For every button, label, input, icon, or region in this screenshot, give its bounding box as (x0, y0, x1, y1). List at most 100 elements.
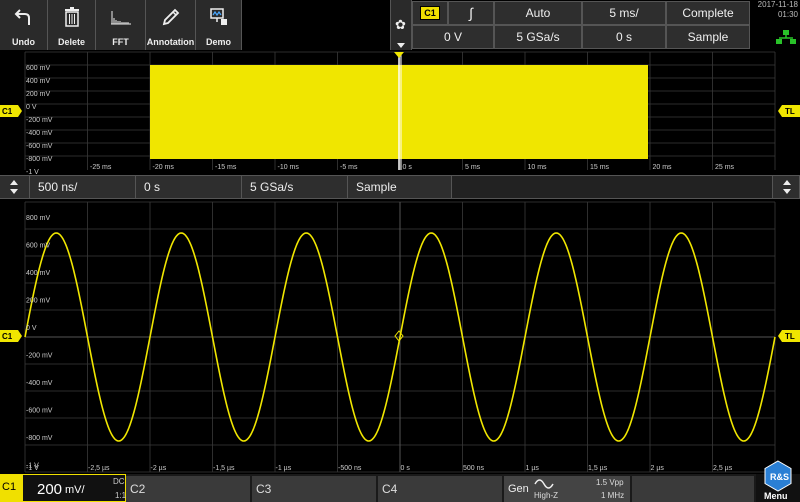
fft-button[interactable]: FFT (96, 0, 146, 50)
overview-x-label: 15 ms (590, 164, 610, 171)
main-x-label: 2,5 µs (713, 465, 733, 472)
overview-tl-marker: TL (778, 105, 800, 117)
main-tl-marker: TL (778, 330, 800, 342)
main-tl-text: TL (785, 332, 795, 341)
c1-vertical-scale[interactable]: 200 mV/ DC 1:1 (22, 474, 126, 502)
settings-button[interactable]: ✿ (390, 0, 412, 50)
trash-icon (48, 4, 95, 30)
sample-rate-value: 5 GSa/s (516, 30, 560, 44)
c1-scale-value: 200 (37, 481, 63, 498)
overview-y-label: 400 mV (26, 78, 50, 85)
zoom-sample-rate[interactable]: 5 GSa/s (242, 176, 348, 198)
overview-x-label: 0 s (403, 164, 413, 171)
generator-frequency: 1 MHz (601, 491, 625, 500)
c1-coupling: DC (113, 477, 125, 486)
overview-x-label: 5 ms (465, 164, 481, 171)
c4-channel-tab[interactable]: C4 (378, 476, 502, 502)
trigger-source[interactable]: C1 (412, 1, 448, 25)
overview-x-label: 10 ms (528, 164, 548, 171)
overview-y-label: -400 mV (26, 130, 53, 137)
trigger-level[interactable]: 0 V (412, 25, 494, 49)
main-x-label: -500 ns (338, 465, 362, 472)
overview-window[interactable]: 600 mV 400 mV 200 mV 0 V -200 mV -400 mV -600 … (0, 50, 800, 174)
c1-channel-label: C1 (2, 481, 17, 493)
sine-icon (534, 479, 554, 489)
c1-channel-tab[interactable]: C1 (0, 474, 22, 502)
overview-y-label: -1 V (26, 169, 39, 174)
overview-trigger-marker (394, 52, 404, 58)
trigger-slope[interactable]: ∫ (448, 1, 494, 25)
acquisition-state[interactable]: Complete (666, 1, 750, 25)
main-x-label: -2 µs (151, 465, 167, 472)
time-base-value: 5 ms/ (609, 6, 639, 20)
main-y-label: 200 mV (26, 298, 50, 305)
main-y-label: 800 mV (26, 215, 50, 222)
main-y-label: 600 mV (26, 243, 50, 250)
zoom-acquisition[interactable]: Sample (348, 176, 452, 198)
demo-icon (196, 4, 241, 30)
demo-button[interactable]: Demo (196, 0, 242, 50)
generator-load: High-Z (534, 491, 559, 500)
generator-tab[interactable]: Gen High-Z 1.5 Vpp 1 MHz (504, 476, 630, 502)
overview-display: 600 mV 400 mV 200 mV 0 V -200 mV -400 mV -600 … (0, 51, 800, 174)
generator-amplitude: 1.5 Vpp (596, 478, 624, 487)
zoom-time-base[interactable]: 500 ns/ (30, 176, 136, 198)
menu-label: Menu (764, 491, 788, 501)
delete-label: Delete (57, 37, 85, 47)
main-x-label: -1,5 µs (213, 465, 235, 472)
main-x-label: 2 µs (651, 465, 665, 472)
up-down-arrow-icon (783, 180, 791, 194)
gear-icon: ✿ (395, 17, 406, 32)
acquisition-mode[interactable]: Sample (666, 25, 750, 49)
overview-x-label: -10 ms (278, 164, 300, 171)
overview-y-label: 200 mV (26, 91, 50, 98)
overview-x-label: 20 ms (653, 164, 673, 171)
overview-y-label: 0 V (26, 104, 37, 111)
c3-channel-tab[interactable]: C3 (252, 476, 376, 502)
menu-button[interactable]: R&S Menu (756, 460, 800, 502)
main-x-label: 500 ns (463, 465, 485, 472)
overview-y-label: -200 mV (26, 117, 53, 124)
c2-channel-tab[interactable]: C2 (126, 476, 250, 502)
time-base[interactable]: 5 ms/ (582, 1, 666, 25)
rising-edge-icon: ∫ (469, 5, 473, 21)
overview-y-label: -600 mV (26, 143, 53, 150)
delete-button[interactable]: Delete (48, 0, 96, 50)
main-x-label: -2,5 µs (88, 465, 110, 472)
zoom-scroll-button[interactable] (0, 176, 30, 198)
time-text: 01:30 (777, 10, 798, 19)
overview-x-label: -5 ms (340, 164, 358, 171)
acquisition-mode-value: Sample (687, 30, 729, 44)
main-y-label: 400 mV (26, 270, 50, 277)
trigger-source-badge: C1 (420, 6, 440, 20)
main-y-label: 0 V (26, 325, 37, 332)
c3-channel-label: C3 (256, 482, 272, 496)
main-y-label: -600 mV (26, 408, 53, 415)
empty-tab[interactable] (632, 476, 754, 502)
toolbar: Undo Delete FFT Annotation Demo ✿ C1 ∫ A… (0, 0, 800, 50)
main-x-label: 0 s (401, 465, 411, 472)
trigger-mode[interactable]: Auto (494, 1, 582, 25)
zoom-position[interactable]: 0 s (136, 176, 242, 198)
annotation-button[interactable]: Annotation (146, 0, 196, 50)
trigger-mode-value: Auto (525, 6, 551, 20)
overview-x-label: 25 ms (715, 164, 735, 171)
dropdown-arrow-icon (397, 43, 405, 48)
horizontal-position[interactable]: 0 s (582, 25, 666, 49)
overview-y-label: 600 mV (26, 65, 50, 72)
overview-x-label: -25 ms (90, 164, 112, 171)
main-y-label: -1 V (26, 465, 39, 472)
sample-rate[interactable]: 5 GSa/s (494, 25, 582, 49)
main-c1-marker: C1 (0, 330, 22, 342)
fft-icon (96, 4, 145, 30)
rs-logo-icon: R&S (764, 460, 792, 492)
main-waveform-window[interactable]: 800 mV 600 mV 400 mV 200 mV 0 V -200 mV -400 m… (0, 200, 800, 474)
overview-y-label: -800 mV (26, 156, 53, 163)
main-x-label: -1 µs (276, 465, 292, 472)
main-x-label: 1,5 µs (588, 465, 608, 472)
main-y-label: -400 mV (26, 380, 53, 387)
c1-probe-ratio: 1:1 (115, 491, 127, 500)
fft-label: FFT (112, 37, 129, 47)
zoom-scroll-button-right[interactable] (772, 176, 800, 198)
undo-button[interactable]: Undo (0, 0, 48, 50)
